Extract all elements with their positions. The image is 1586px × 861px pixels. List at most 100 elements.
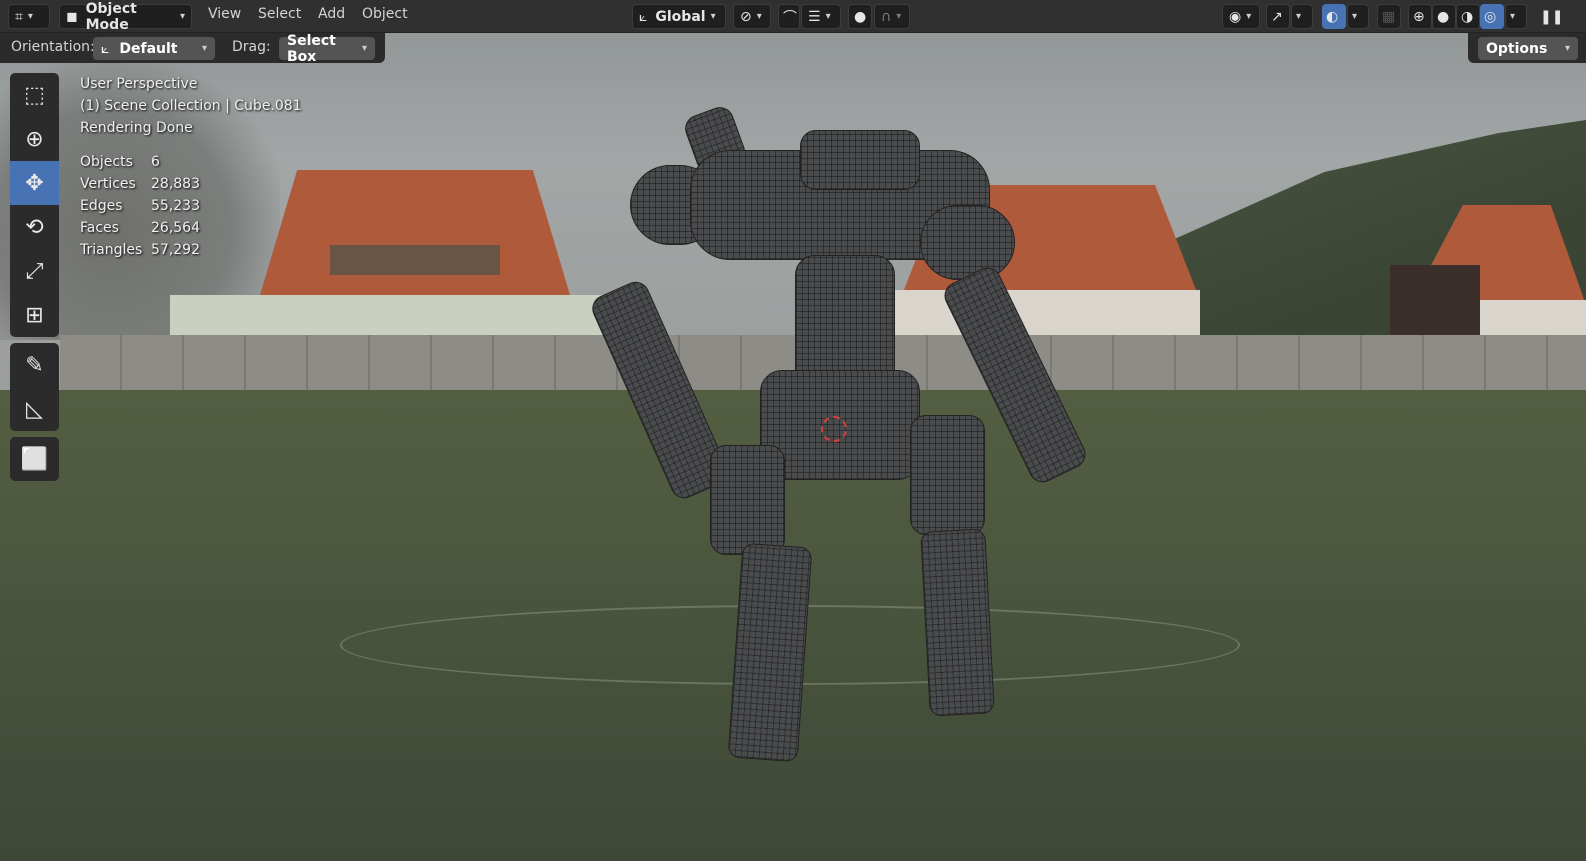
chevron-down-icon: ▾ [179, 11, 185, 22]
pause-render-button[interactable]: ❚❚ [1536, 4, 1563, 29]
menu-view[interactable]: View [208, 6, 241, 22]
transform-orientation-dropdown[interactable]: ⟀ Global ▾ [632, 4, 726, 29]
pivot-point-dropdown[interactable]: ⊘ ▾ [733, 4, 771, 29]
menu-add[interactable]: Add [318, 6, 345, 22]
chevron-down-icon: ▾ [361, 43, 367, 54]
chevron-down-icon: ▾ [1246, 11, 1252, 22]
annotate-icon: ✎ [25, 352, 44, 378]
transform-icon: ⊞ [25, 302, 44, 328]
collection-info: (1) Scene Collection | Cube.081 [80, 98, 302, 114]
chevron-down-icon: ▾ [710, 11, 716, 22]
stat-value: 6 [151, 154, 160, 170]
options-label: Options [1486, 40, 1548, 57]
xray-toggle[interactable]: ▦ [1377, 4, 1401, 29]
xray-icon: ▦ [1382, 8, 1396, 25]
chevron-down-icon: ▾ [1510, 11, 1516, 22]
proportional-editing-toggle[interactable]: ● [848, 4, 872, 29]
menu-object[interactable]: Object [362, 6, 408, 22]
menu-select[interactable]: Select [258, 6, 301, 22]
transform-tool[interactable]: ⊞ [10, 293, 59, 337]
editor-type-button[interactable]: ⌗ ▾ [8, 4, 50, 29]
stat-label: Vertices [80, 176, 136, 192]
chevron-down-icon: ▾ [825, 11, 831, 22]
robot-mesh[interactable] [587, 103, 1120, 765]
proportional-falloff-dropdown[interactable]: ∩ ▾ [874, 4, 910, 29]
pivot-icon: ⊘ [740, 8, 752, 25]
gizmo-toggle[interactable]: ↗ [1266, 4, 1290, 29]
overlays-toggle[interactable]: ◐ [1322, 4, 1346, 29]
proportional-editing-icon: ● [854, 8, 867, 25]
move-tool[interactable]: ✥ [10, 161, 59, 205]
stat-row: Faces 26,564 [80, 217, 200, 239]
3d-cursor-icon[interactable] [821, 416, 847, 442]
snap-increment-icon: ☰ [808, 8, 821, 25]
rendered-shading-icon: ◎ [1484, 8, 1497, 25]
tool-group-add: ⬜ [10, 437, 59, 481]
material-preview-icon: ◑ [1461, 8, 1474, 25]
toolbar: ⬚ ⊕ ✥ ⟲ ⤢ ⊞ ✎ ◺ ⬜ [10, 73, 59, 487]
chevron-down-icon: ▾ [896, 11, 902, 22]
rotate-tool[interactable]: ⟲ [10, 205, 59, 249]
shading-wireframe-button[interactable]: ⊕ [1408, 4, 1432, 29]
house-far-right [1350, 205, 1586, 340]
gizmo-dropdown[interactable]: ▾ [1291, 4, 1313, 29]
drag-dropdown[interactable]: Select Box ▾ [279, 33, 375, 65]
orientation-value: Default [119, 40, 178, 57]
editor-type-icon: ⌗ [15, 8, 23, 25]
drag-label: Drag: [232, 39, 271, 55]
stat-value: 26,564 [151, 220, 200, 236]
stat-value: 57,292 [151, 242, 200, 258]
render-status: Rendering Done [80, 120, 193, 136]
select-box-icon: ⬚ [24, 82, 45, 108]
select-box-tool[interactable]: ⬚ [10, 73, 59, 117]
options-dropdown[interactable]: Options ▾ [1478, 37, 1578, 60]
overlays-dropdown[interactable]: ▾ [1347, 4, 1369, 29]
visibility-dropdown[interactable]: ◉ ▾ [1222, 4, 1260, 29]
viewport-header: ⌗ ▾ ◼ Object Mode ▾ View Select Add Objec… [0, 0, 1586, 33]
snap-toggle[interactable]: ⌒ [778, 4, 800, 29]
measure-icon: ◺ [26, 396, 43, 422]
stat-label: Objects [80, 154, 133, 170]
cursor-tool[interactable]: ⊕ [10, 117, 59, 161]
scene-statistics: Objects 6 Vertices 28,883 Edges 55,233 Face… [80, 151, 200, 261]
solid-shading-icon: ● [1437, 8, 1450, 25]
tool-group-annotate: ✎ ◺ [10, 343, 59, 431]
stat-row: Edges 55,233 [80, 195, 200, 217]
chevron-down-icon: ▾ [1296, 11, 1302, 22]
stat-label: Edges [80, 198, 123, 214]
rotate-icon: ⟲ [25, 214, 44, 240]
eye-icon: ◉ [1229, 8, 1242, 25]
viewport-text-overlay: User Perspective (1) Scene Collection | … [80, 73, 302, 139]
house-left [160, 160, 610, 345]
tool-group-transform: ⬚ ⊕ ✥ ⟲ ⤢ ⊞ [10, 73, 59, 337]
shading-rendered-button[interactable]: ◎ [1480, 4, 1504, 29]
chevron-down-icon: ▾ [201, 43, 207, 54]
gizmo-icon: ↗ [1271, 8, 1283, 25]
stat-value: 28,883 [151, 176, 200, 192]
transform-orientation-label: Global [655, 8, 706, 25]
shading-material-button[interactable]: ◑ [1456, 4, 1480, 29]
drag-value: Select Box [287, 32, 336, 65]
shading-dropdown[interactable]: ▾ [1505, 4, 1527, 29]
chevron-down-icon: ▾ [756, 11, 762, 22]
stat-label: Triangles [80, 242, 143, 258]
snap-settings-dropdown[interactable]: ☰ ▾ [801, 4, 841, 29]
view-name: User Perspective [80, 76, 198, 92]
shading-solid-button[interactable]: ● [1432, 4, 1456, 29]
wireframe-shading-icon: ⊕ [1413, 8, 1425, 25]
stat-row: Objects 6 [80, 151, 200, 173]
falloff-curve-icon: ∩ [881, 8, 892, 25]
chevron-down-icon: ▾ [1564, 43, 1570, 54]
add-cube-icon: ⬜ [20, 446, 49, 472]
add-cube-tool[interactable]: ⬜ [10, 437, 59, 481]
mode-label: Object Mode [85, 0, 137, 33]
orientation-dropdown[interactable]: ⟀ Default ▾ [93, 37, 215, 60]
measure-tool[interactable]: ◺ [10, 387, 59, 431]
chevron-down-icon: ▾ [1352, 11, 1358, 22]
stat-row: Triangles 57,292 [80, 239, 200, 261]
annotate-tool[interactable]: ✎ [10, 343, 59, 387]
scale-tool[interactable]: ⤢ [10, 249, 59, 293]
snap-icon: ⌒ [783, 9, 797, 26]
stat-label: Faces [80, 220, 119, 236]
mode-dropdown[interactable]: ◼ Object Mode ▾ [59, 1, 192, 33]
